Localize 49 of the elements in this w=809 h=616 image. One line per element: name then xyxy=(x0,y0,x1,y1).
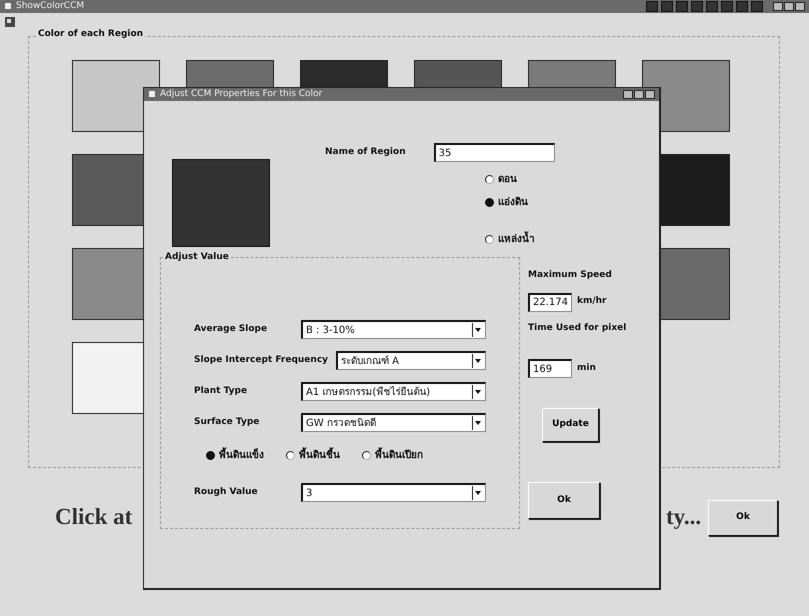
dropdown[interactable]: B : 3-10% xyxy=(301,320,486,339)
ok-button[interactable]: Ok xyxy=(708,500,778,536)
close-button[interactable] xyxy=(645,90,655,99)
radio-label: ดอน xyxy=(485,172,631,187)
small-icon[interactable] xyxy=(4,16,16,28)
radio-label: พื้นดินแข็ง xyxy=(206,448,264,463)
maximize-button[interactable] xyxy=(784,2,794,11)
radio-button[interactable] xyxy=(362,451,371,460)
dropdown[interactable]: 3 xyxy=(301,483,486,502)
dropdown-arrow-icon xyxy=(472,416,482,430)
update-button[interactable]: Update xyxy=(542,408,599,442)
instruction-text: ty... xyxy=(666,503,702,531)
radio-button[interactable] xyxy=(206,451,215,460)
dialog-title: Adjust CCM Properties For this Color xyxy=(160,88,322,101)
unit-label: min xyxy=(577,362,596,375)
radio-label: แอ่งดิน xyxy=(485,195,631,210)
minimize-button[interactable] xyxy=(773,2,783,11)
field-label: Surface Type xyxy=(194,416,260,429)
radio-label: พื้นดินชื้น xyxy=(286,448,340,463)
dropdown-arrow-icon xyxy=(472,385,482,399)
dropdown-arrow-icon xyxy=(472,323,482,337)
time-field[interactable]: 169 xyxy=(528,359,572,378)
field-label: Slope Intercept Frequency xyxy=(194,354,330,367)
speed-field[interactable]: 22.174 xyxy=(528,292,572,312)
field-label: Rough Value xyxy=(194,486,259,499)
radio-label: พื้นดินเปียก xyxy=(362,448,423,463)
ok-button[interactable]: Ok xyxy=(528,482,600,519)
radio-button[interactable] xyxy=(485,175,494,184)
unit-label: km/hr xyxy=(577,295,606,308)
field-label: Plant Type xyxy=(194,384,248,398)
maximize-button[interactable] xyxy=(634,90,644,99)
radio-button[interactable] xyxy=(485,235,494,244)
instruction-text: Click at xyxy=(55,503,132,531)
radio-label: แหล่งน้ำ xyxy=(485,232,631,247)
dropdown-arrow-icon xyxy=(472,486,482,500)
radio-button[interactable] xyxy=(485,198,494,207)
field-label: Average Slope xyxy=(194,322,268,336)
dropdown[interactable]: ระดับเกณฑ์ A xyxy=(336,351,486,370)
dropdown-arrow-icon xyxy=(472,354,482,368)
minimize-button[interactable] xyxy=(623,90,633,99)
name-field[interactable]: 35 xyxy=(434,143,555,162)
close-button[interactable] xyxy=(795,2,805,11)
radio-button[interactable] xyxy=(286,451,295,460)
field-label: Maximum Speed xyxy=(528,269,613,282)
window-title: ShowColorCCM xyxy=(16,0,84,13)
name-label: Name of Region xyxy=(325,146,406,159)
dropdown[interactable]: GW กรวดชนิดดี xyxy=(301,413,486,432)
field-label: Time Used for pixel xyxy=(528,322,626,334)
dropdown[interactable]: A1 เกษตรกรรม(พืชไร่ยืนต้น) xyxy=(301,382,486,401)
